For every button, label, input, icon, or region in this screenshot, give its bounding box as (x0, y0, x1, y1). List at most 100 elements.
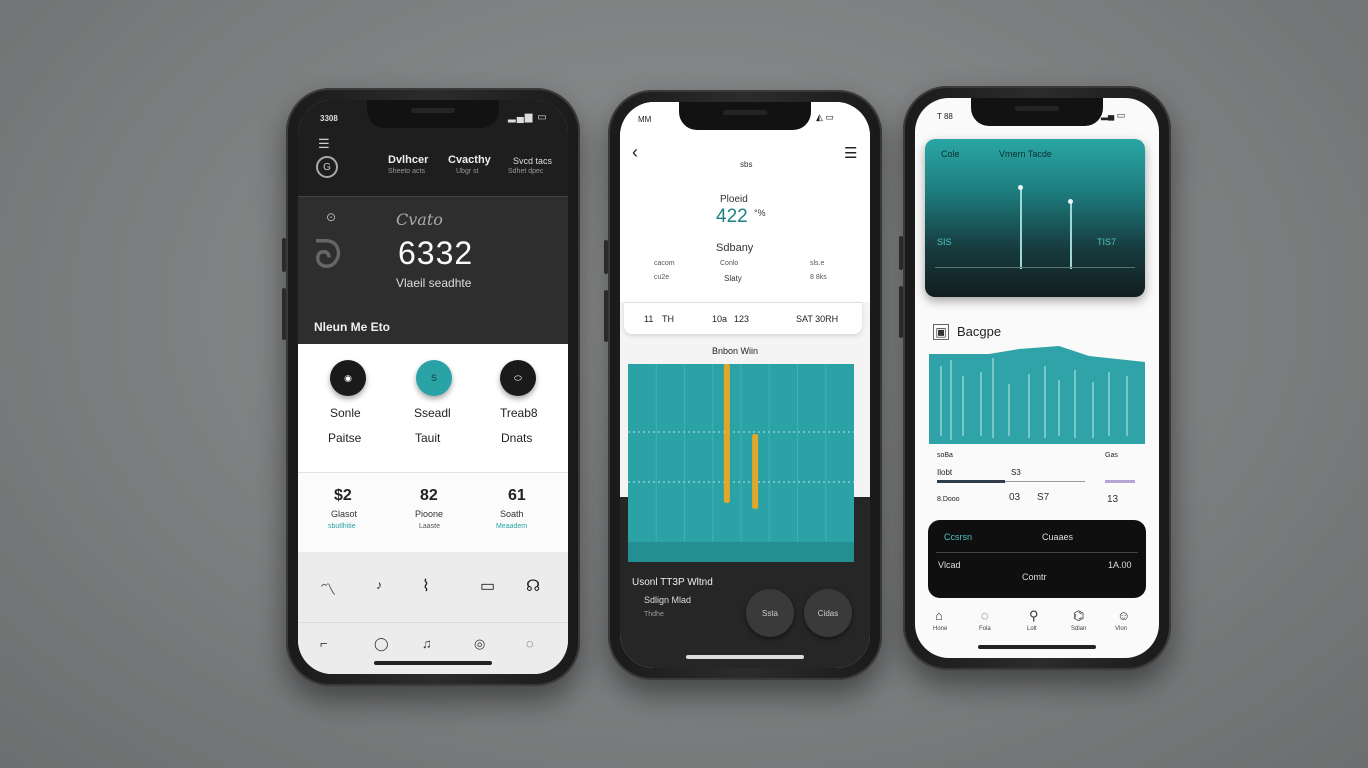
action-1-sub: Paitse (328, 431, 362, 445)
person-icon[interactable]: ◎ (474, 636, 485, 652)
chart-icon[interactable]: ⌇ (422, 576, 430, 596)
divider (298, 622, 568, 623)
area-fill (929, 346, 1145, 444)
nav-folder-label: Fola (979, 626, 991, 632)
bulb-icon[interactable]: ◌ (526, 636, 534, 651)
phone-left: 3308 ▂▄▆ ▭ ☰ G Dvlhcer Sheeto acts Cvact… (282, 88, 580, 686)
action-3-button[interactable]: ⬭ (500, 360, 536, 396)
chart-base (628, 542, 854, 562)
teal-card[interactable]: Cole Vmern Tacde SIS TIS7 (925, 139, 1145, 297)
stat-3-value: 61 (508, 487, 526, 504)
home-icon[interactable]: ⌂ (935, 608, 943, 623)
tag-icon[interactable]: ⌐ (320, 636, 328, 651)
pin-icon: ⊙ (326, 210, 337, 224)
wave-icon[interactable]: 〽 (320, 576, 336, 600)
action-button-1[interactable]: Ssta (746, 589, 794, 637)
area-chart (929, 346, 1145, 444)
chart-bar (723, 364, 730, 503)
circle-icon[interactable]: ◯ (374, 636, 389, 652)
tab-2-sub: Ubgr st (456, 168, 479, 175)
home-indicator (978, 645, 1096, 649)
tab-2[interactable]: Cvacthy (448, 154, 491, 166)
action-row: ◉ S ⬭ Sonle Paitse Sseadl Tauit Treab8 D… (298, 344, 568, 472)
action-button-2-label: Cidas (817, 608, 839, 618)
dark-card[interactable]: Ccsrsn Cuaaes Vlcad Comtr 1A.00 (928, 520, 1146, 598)
tab-3[interactable]: Svcd tacs (513, 156, 552, 166)
dark-card-br: 1A.00 (1108, 560, 1132, 570)
chart-bar (752, 434, 759, 509)
action-button-2[interactable]: Cidas (804, 589, 852, 637)
circle-icon: ◉ (344, 372, 352, 383)
stat-b: TH (662, 314, 674, 324)
battery-icon: ◭ ▭ (816, 112, 834, 122)
status-time: 3308 (320, 114, 338, 123)
metric-suffix: °% (754, 208, 766, 218)
bottom-title: Usonl TT3P Wltnd (632, 577, 713, 588)
stat-3-sub: Meaadem (496, 523, 528, 530)
stats-row: $2 Glasot sbutlhitie 82 Pioone Laaste 61… (298, 472, 568, 552)
card-value-left: SIS (937, 237, 952, 247)
bulb-icon[interactable]: ☊ (526, 576, 540, 596)
card-label-mid: Vmern Tacde (999, 149, 1052, 159)
person-icon[interactable]: ☺ (1117, 608, 1130, 623)
stat-1-label: Glasot (331, 509, 358, 519)
dot-icon[interactable]: ♪ (376, 578, 382, 592)
metric-sub: Sdbany (716, 242, 754, 254)
action-2-sub: Tauit (415, 431, 441, 445)
section-title: Nleun Me Eto (314, 320, 391, 334)
stat-1-sub: sbutlhitie (328, 523, 356, 530)
nav-person-label: Vlon (1115, 626, 1128, 632)
stat-r3-right: 13 (1107, 494, 1119, 505)
action-2-label: Sseadl (414, 406, 451, 420)
signal-icon: ▂▄ ▭ (1101, 110, 1126, 120)
script-label: Cvato (396, 210, 443, 229)
marker-dot-2 (1068, 199, 1073, 204)
dragon-icon: ᘐ (314, 232, 343, 278)
chart-icon[interactable]: ⌬ (1073, 608, 1084, 624)
bell-icon[interactable]: ♫ (422, 636, 432, 651)
action-3-sub: Dnats (501, 431, 533, 445)
stat-r1-right: Gas (1105, 452, 1118, 459)
row-right-2: 8 8ks (810, 274, 827, 281)
profile-icon[interactable]: G (316, 156, 338, 178)
action-3-label: Treab8 (500, 406, 538, 420)
marker-line-2 (1070, 201, 1072, 269)
stat-r1-left: soBa (937, 452, 953, 459)
action-1-label: Sonle (330, 406, 361, 420)
signal-icon: ▂▄▆ ▭ (508, 112, 548, 123)
grid-icon[interactable]: ▭ (480, 576, 495, 596)
folder-icon[interactable]: ◌ (981, 608, 989, 623)
back-icon[interactable]: ‹ (632, 142, 638, 163)
bottom-nav: ⌂ Hone ◌ Fola ⚲ Lolt ⌬ Sdlan ☺ Vlon (915, 606, 1159, 646)
row-left-1: cacom (654, 260, 675, 267)
stats-bar: 11 TH 10a 123 SAT 30RH (624, 302, 862, 334)
menu-icon[interactable]: ☰ (844, 144, 857, 162)
stat-a: 11 (644, 314, 654, 324)
phone-left-screen: 3308 ▂▄▆ ▭ ☰ G Dvlhcer Sheeto acts Cvact… (298, 100, 568, 674)
home-indicator (374, 661, 492, 665)
status-time: MM (638, 115, 652, 124)
stat-3-label: Soath (500, 509, 524, 519)
stat-1-value: $2 (334, 487, 352, 504)
action-2-button[interactable]: S (416, 360, 452, 396)
oval-icon: ⬭ (514, 372, 522, 383)
stats-block: soBa Gas Ilobt S3 8.Dooo 03 S7 13 (925, 446, 1147, 516)
home-indicator (686, 655, 804, 659)
bar-chart (628, 364, 854, 562)
tab-1[interactable]: Dvlhcer (388, 154, 428, 166)
top-title: sbs (740, 160, 753, 169)
progress-bar-2 (1105, 480, 1135, 483)
bottom-sub2: Thdhe (644, 611, 664, 618)
marker-line-1 (1020, 187, 1022, 269)
hero-panel: 3308 ▂▄▆ ▭ ☰ G Dvlhcer Sheeto acts Cvact… (298, 100, 568, 344)
dark-card-divider (936, 552, 1138, 553)
menu-icon[interactable]: ☰ (318, 136, 330, 152)
card-value-right: TIS7 (1097, 237, 1117, 247)
phone-middle-screen: MM ◭ ▭ ‹ ☰ sbs Ploeid 422 °% Sdbany caco… (620, 102, 870, 668)
big-number-caption: Vlaeil seadhte (396, 276, 472, 290)
stat-r2-left: Ilobt (937, 468, 953, 477)
tab-1-sub: Sheeto acts (388, 168, 425, 175)
action-1-button[interactable]: ◉ (330, 360, 366, 396)
lock-icon[interactable]: ⚲ (1029, 608, 1039, 624)
row-left-2: cu2e (654, 274, 670, 281)
